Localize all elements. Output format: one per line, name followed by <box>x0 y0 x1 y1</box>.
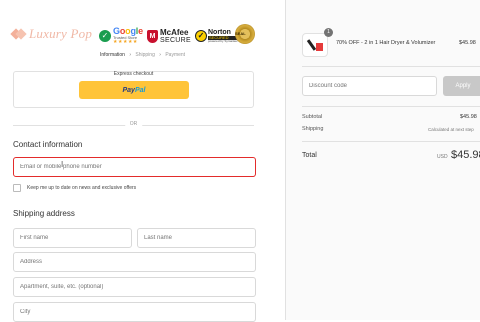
norton-secured-badge: ✓ Norton SECURED powered by Symantec <box>195 25 238 47</box>
paypal-logo-pay: Pay <box>122 86 135 94</box>
text-cursor-icon: I <box>61 160 64 169</box>
chevron-right-icon: › <box>129 52 132 58</box>
store-logo[interactable]: Luxury Pop <box>12 26 92 42</box>
currency-code: USD <box>437 154 448 160</box>
checkout-main: Luxury Pop ✓ Google Trusted Store ★★★★★ … <box>0 0 285 322</box>
or-divider: OR <box>13 121 254 129</box>
shipping-label: Shipping <box>302 126 324 132</box>
product-name: 70% OFF - 2 in 1 Hair Dryer & Volumizer <box>336 40 436 46</box>
subtotal-value: $45.98 <box>460 114 477 120</box>
breadcrumb-information[interactable]: Information <box>100 52 125 58</box>
breadcrumb-shipping: Shipping <box>135 52 155 58</box>
logo-mark-icon <box>12 28 26 40</box>
badge-name: McAfee <box>160 27 189 37</box>
cart-item: 1 <box>302 28 333 57</box>
paypal-logo-pal: Pal <box>134 86 146 94</box>
breadcrumb-payment: Payment <box>165 52 186 58</box>
mcafee-secure-badge: M McAfee SECURE <box>147 25 191 47</box>
first-name-field[interactable] <box>13 228 132 248</box>
checkmark-icon: ✓ <box>99 30 111 42</box>
apartment-field[interactable] <box>13 277 256 297</box>
google-trusted-store-badge: ✓ Google Trusted Store ★★★★★ <box>99 25 143 47</box>
badge-caption: powered by Symantec <box>208 39 238 43</box>
city-field[interactable] <box>13 302 256 322</box>
breadcrumb: Information › Shipping › Payment <box>0 52 285 58</box>
hair-dryer-icon <box>306 38 323 52</box>
subtotal-label: Subtotal <box>302 114 323 120</box>
chevron-right-icon: › <box>159 52 161 58</box>
product-price: $45.98 <box>459 40 476 46</box>
express-checkout-title: Express checkout <box>113 71 154 77</box>
or-label: OR <box>124 121 143 127</box>
shipping-value: Calculated at next step <box>428 127 474 132</box>
rating-stars-icon: ★★★★★ <box>113 39 138 45</box>
express-checkout-box: Express checkout Pay Pal <box>13 71 254 108</box>
summary-divider <box>302 66 480 67</box>
newsletter-label: Keep me up to date on news and exclusive… <box>27 185 137 191</box>
store-name: Luxury Pop <box>29 26 93 41</box>
gold-seal-icon: SEAL <box>235 24 255 44</box>
norton-check-icon: ✓ <box>195 30 207 42</box>
newsletter-option[interactable]: Keep me up to date on news and exclusive… <box>13 184 136 192</box>
newsletter-checkbox[interactable] <box>13 184 21 192</box>
address-field[interactable] <box>13 252 256 272</box>
last-name-field[interactable] <box>137 228 256 248</box>
discount-code-input[interactable] <box>302 76 437 96</box>
quantity-badge: 1 <box>324 28 333 37</box>
mcafee-shield-icon: M <box>147 29 158 43</box>
badge-subtitle: SECURE <box>160 36 191 44</box>
email-field[interactable] <box>13 157 256 177</box>
summary-divider <box>302 141 480 142</box>
total-label: Total <box>302 152 317 159</box>
apply-discount-button[interactable]: Apply <box>443 76 480 96</box>
shipping-heading: Shipping address <box>13 209 75 218</box>
paypal-button[interactable]: Pay Pal <box>79 81 189 99</box>
total-value: $45.98 <box>451 149 480 161</box>
product-thumbnail: 1 <box>302 28 333 57</box>
contact-heading: Contact information <box>13 140 83 149</box>
summary-divider <box>302 106 480 107</box>
